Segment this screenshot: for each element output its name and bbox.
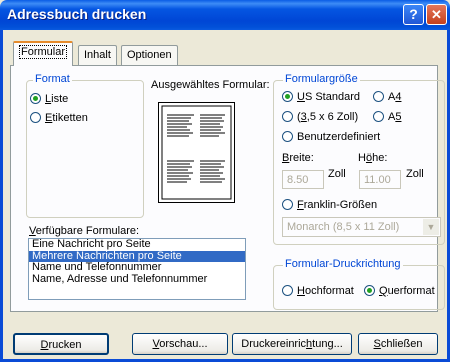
radio-etiketten-circle[interactable] [30,112,41,123]
height-text: he: [372,152,388,164]
close-text: chließen [380,338,423,350]
width-unit-label: Zoll [328,168,346,180]
radio-hochformat[interactable]: Hochformat [282,285,354,297]
portrait-hotkey: H [297,285,305,297]
radio-querformat-circle[interactable] [364,285,375,296]
close-dialog-button[interactable]: Schließen [358,333,438,355]
us-text: S Standard [304,91,360,103]
tab-inhalt-label: Inhalt [84,49,111,61]
printer-setup-button[interactable]: Druckereinrichtung... [232,333,352,355]
franklin-hotkey: F [297,199,304,211]
orientation-group-label: Formular-Druckrichtung [283,258,403,270]
available-forms-list[interactable]: Eine Nachricht pro Seite Mehrere Nachric… [28,238,246,300]
tab-optionen-label: Optionen [127,49,172,61]
print-text: rucken [48,339,82,351]
radio-etiketten-text: tiketten [52,112,88,124]
radio-a4[interactable]: A4 [373,91,401,103]
radio-hochformat-circle[interactable] [282,285,293,296]
preview-button[interactable]: Vorschau... [132,333,228,355]
width-text: reite: [289,152,314,164]
title-bar: Adressbuch drucken ? ✕ [0,0,450,30]
width-label: Breite: [282,152,314,164]
radio-custom-circle[interactable] [282,131,293,142]
form-preview-drawing [161,105,232,200]
franklin-text: ranklin-Größen [303,199,378,211]
tab-formular-label: Formular [19,45,68,59]
radio-franklin[interactable]: Franklin-Größen [282,199,377,211]
print-button[interactable]: Drucken [13,333,109,355]
list-item[interactable]: Name und Telefonnummer [29,261,245,274]
radio-liste-text: iste [51,93,69,105]
us-hotkey: U [297,91,305,103]
help-button[interactable]: ? [403,4,424,25]
close-button[interactable]: ✕ [426,4,447,25]
height-unit-label: Zoll [406,168,424,180]
radio-liste[interactable]: Liste [30,93,68,105]
close-hotkey: S [373,338,381,350]
height-field[interactable]: 11.00 [359,170,401,189]
radio-small-circle[interactable] [282,111,293,122]
available-forms-label: Verfügbare Formulare: [29,225,139,237]
form-size-group-label: Formulargröße [283,73,360,85]
radio-small[interactable]: (3,5 x 6 Zoll) [282,111,358,123]
radio-a5[interactable]: A5 [373,111,401,123]
setup-text-pre: Druckereinric [241,338,307,350]
width-field[interactable]: 8.50 [282,170,324,189]
radio-a5-circle[interactable] [373,111,384,122]
custom-text: Benutzerdefiniert [297,131,381,143]
radio-us-standard-circle[interactable] [282,91,293,102]
landscape-hotkey: Q [379,285,388,297]
list-item[interactable]: Name, Adresse und Telefonnummer [29,273,245,286]
chevron-down-icon[interactable]: ▼ [423,219,439,235]
radio-liste-circle[interactable] [30,93,41,104]
window-title: Adressbuch drucken [7,6,147,22]
a5-hotkey: 5 [395,111,402,123]
a4-hotkey: 4 [395,91,402,103]
portrait-text: ochformat [304,285,354,297]
available-forms-hotkey: V [29,225,36,237]
preview-text: orschau... [159,338,208,350]
radio-etiketten[interactable]: Etiketten [30,112,88,124]
radio-custom[interactable]: Benutzerdefiniert [282,131,380,143]
form-preview-image [158,102,235,203]
height-label: Höhe: [358,152,387,164]
radio-a4-circle[interactable] [373,91,384,102]
franklin-size-value: Monarch (8,5 x 11 Zoll) [287,221,400,233]
radio-us-standard[interactable]: US Standard [282,91,360,103]
available-forms-text: erfügbare Formulare: [35,225,140,237]
radio-querformat[interactable]: Querformat [364,285,435,297]
franklin-size-select[interactable]: Monarch (8,5 x 11 Zoll) ▼ [282,217,441,237]
format-group-label: Format [33,73,72,85]
setup-text: tung... [312,338,343,350]
radio-franklin-circle[interactable] [282,199,293,210]
small-text: ,5 x 6 Zoll) [306,111,359,123]
height-text-pre: H [358,152,366,164]
list-item[interactable]: Eine Nachricht pro Seite [29,238,245,251]
landscape-text: uerformat [387,285,435,297]
tab-inhalt[interactable]: Inhalt [78,45,117,65]
preview-label: Ausgewähltes Formular: [151,79,270,91]
tab-optionen[interactable]: Optionen [121,45,178,65]
tab-formular[interactable]: Formular [13,41,74,66]
